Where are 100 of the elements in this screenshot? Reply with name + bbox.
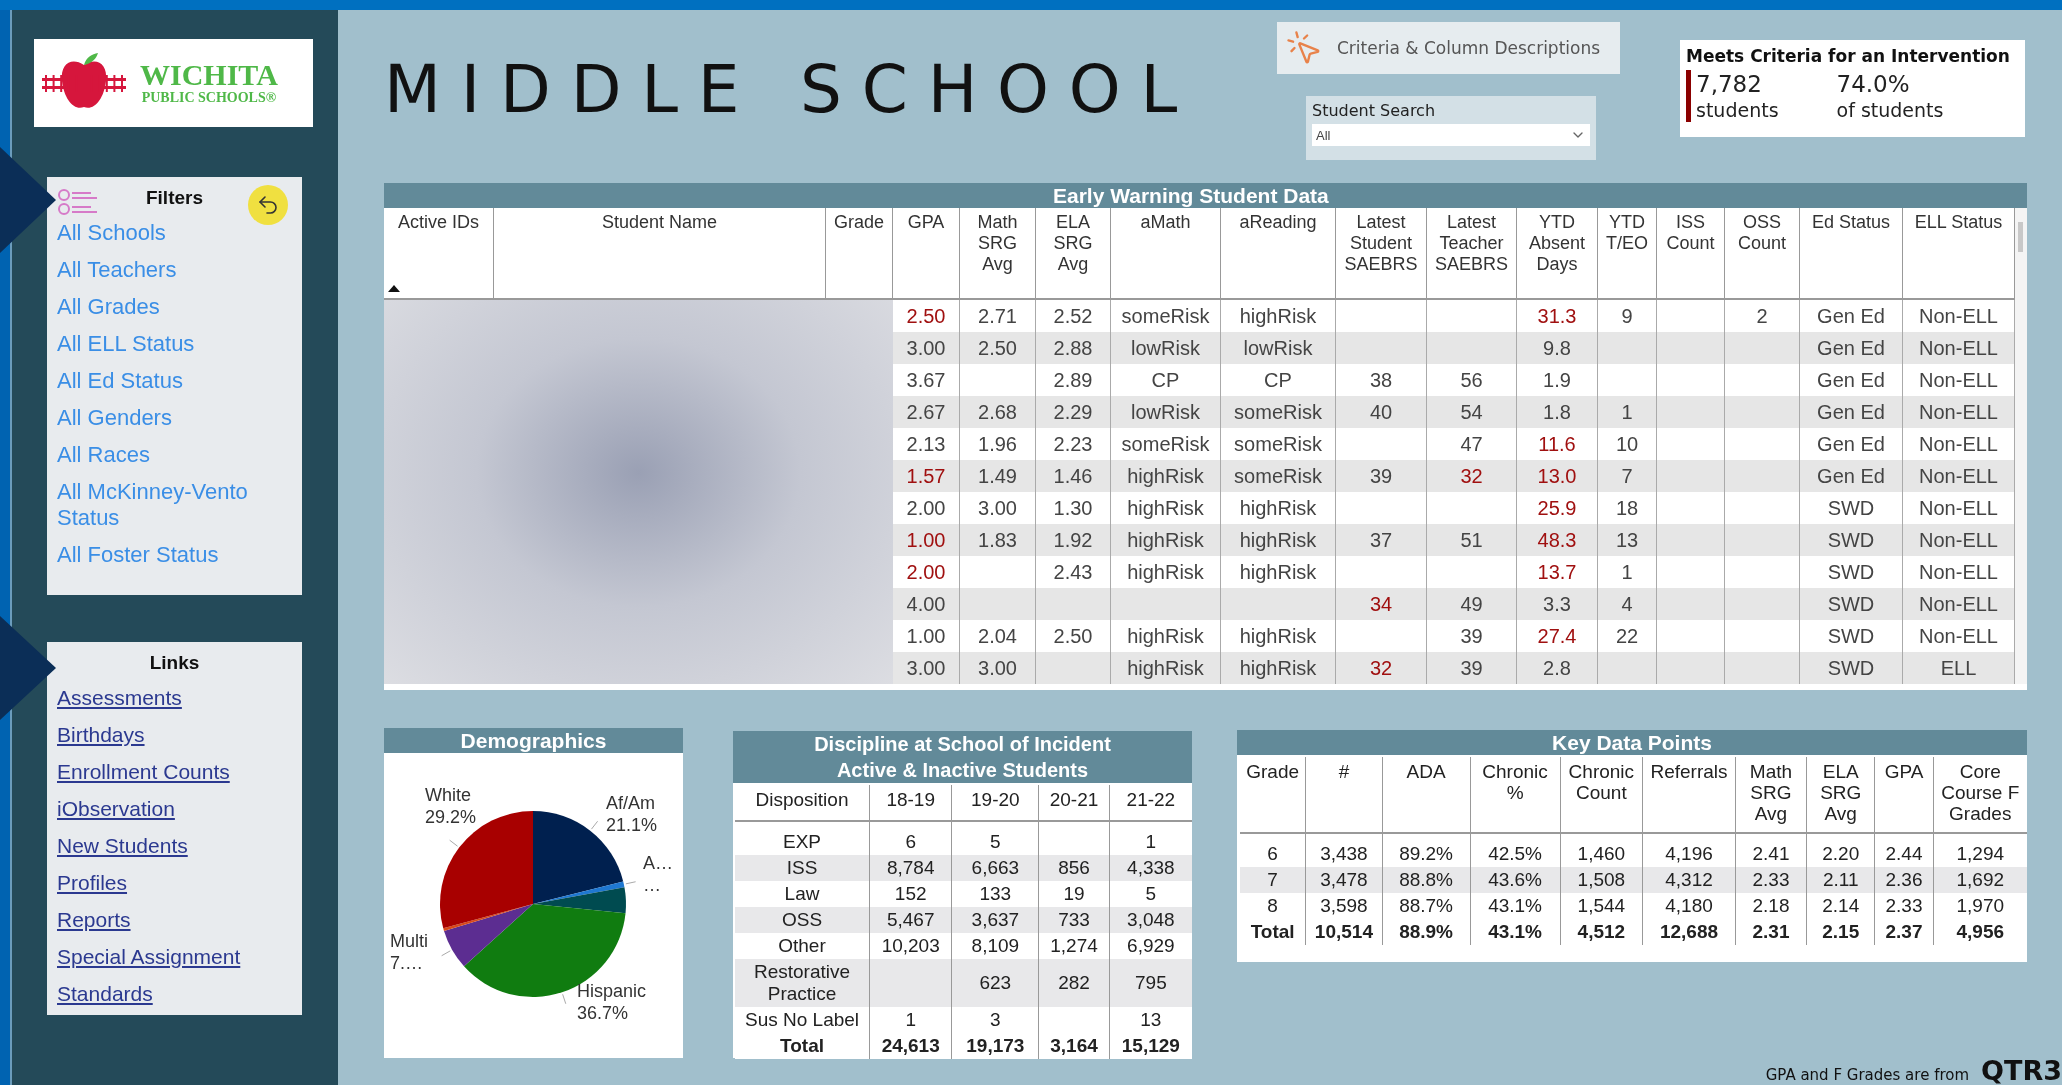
- student-search-dropdown[interactable]: All: [1312, 124, 1590, 146]
- table-cell: 1,460: [1560, 841, 1643, 867]
- table-cell: 1.46: [1036, 460, 1111, 492]
- scrollbar[interactable]: [2015, 208, 2027, 684]
- logo-name: WICHITA: [140, 60, 278, 90]
- table-cell: someRisk: [1221, 396, 1336, 428]
- table-cell: 1.57: [893, 460, 960, 492]
- slice-label: White: [425, 785, 471, 805]
- table-cell: EXP: [735, 829, 870, 855]
- column-header: Math SRG Avg: [1735, 757, 1807, 833]
- link[interactable]: Profiles: [55, 865, 128, 902]
- footer-note: GPA and F Grades are from: [1765, 1066, 1970, 1084]
- stat-value: 7,782: [1696, 70, 1763, 98]
- column-header[interactable]: Student Name: [494, 208, 826, 300]
- table-cell: 2.15: [1806, 919, 1875, 945]
- table-cell: 3,438: [1305, 841, 1383, 867]
- link[interactable]: iObservation: [55, 791, 175, 828]
- card-title: Meets Criteria for an Intervention: [1686, 46, 2011, 66]
- table-cell: 48.3: [1517, 524, 1598, 556]
- table-cell: 4,196: [1642, 841, 1736, 867]
- table-cell: 1,508: [1560, 867, 1643, 893]
- slice-value: 36.7%: [577, 1003, 629, 1023]
- link[interactable]: Reports: [55, 902, 131, 939]
- table-cell: [1657, 652, 1725, 684]
- table-cell: 1,970: [1933, 893, 2027, 919]
- table-cell: 34: [1336, 588, 1427, 620]
- table-cell: 5: [1109, 881, 1192, 907]
- table-cell: 37: [1336, 524, 1427, 556]
- link[interactable]: New Students: [55, 828, 188, 865]
- table-cell: 13: [1109, 1007, 1192, 1033]
- column-header: 21-22: [1109, 785, 1192, 821]
- table-cell: 1.00: [893, 524, 960, 556]
- table-cell: someRisk: [1221, 460, 1336, 492]
- table-cell: Gen Ed: [1800, 332, 1903, 364]
- criteria-button[interactable]: Criteria & Column Descriptions: [1277, 22, 1620, 74]
- table-cell: Non-ELL: [1903, 396, 2015, 428]
- table-cell: 2.88: [1036, 332, 1111, 364]
- link[interactable]: Standards: [55, 976, 153, 1013]
- slice-value: 7.…: [390, 953, 423, 973]
- table-cell: 4: [1598, 588, 1657, 620]
- table-cell: lowRisk: [1221, 332, 1336, 364]
- table-cell: Law: [735, 881, 870, 907]
- table-cell: 32: [1427, 460, 1517, 492]
- table-cell: 2.41: [1735, 841, 1807, 867]
- table-cell: 10,203: [869, 933, 952, 959]
- table-cell: 2.33: [1874, 893, 1933, 919]
- table-cell: 1,274: [1038, 933, 1110, 959]
- table-cell: 3,164: [1038, 1033, 1110, 1059]
- table-cell: 9.8: [1517, 332, 1598, 364]
- leader-line: [625, 881, 637, 885]
- table-cell: 19: [1038, 881, 1110, 907]
- table-cell: 39: [1336, 460, 1427, 492]
- table-cell: [1598, 652, 1657, 684]
- table-cell: 6: [1240, 841, 1306, 867]
- quarter-label: QTR3: [1981, 1057, 2062, 1085]
- page-title: MIDDLE SCHOOL: [384, 52, 1198, 128]
- table-cell: 1.8: [1517, 396, 1598, 428]
- column-header: Referrals: [1642, 757, 1736, 833]
- table-cell: [1598, 332, 1657, 364]
- column-header[interactable]: Grade: [826, 208, 893, 300]
- table-cell: 2.68: [960, 396, 1036, 428]
- table-cell: 88.7%: [1382, 893, 1471, 919]
- table-cell: 1: [869, 1007, 952, 1033]
- table-cell: 856: [1038, 855, 1110, 881]
- table-cell: 2.36: [1874, 867, 1933, 893]
- panel-title: Filters: [146, 187, 203, 209]
- reset-button[interactable]: [248, 185, 288, 225]
- column-header: Core Course F Grades: [1933, 757, 2027, 833]
- table-cell: 2.20: [1806, 841, 1875, 867]
- table-cell: 2.50: [960, 332, 1036, 364]
- table-cell: highRisk: [1111, 652, 1221, 684]
- panel-title: Links: [149, 652, 200, 674]
- table-cell: OSS: [735, 907, 870, 933]
- link[interactable]: Birthdays: [55, 717, 145, 754]
- link[interactable]: Assessments: [55, 680, 182, 717]
- link[interactable]: Enrollment Counts: [55, 754, 230, 791]
- table-cell: 2.31: [1735, 919, 1807, 945]
- column-header: Disposition: [735, 785, 870, 821]
- table-cell: 2.44: [1874, 841, 1933, 867]
- slice-value: 29.2%: [425, 807, 477, 827]
- table-cell: 43.6%: [1470, 867, 1561, 893]
- table-cell: 49: [1427, 588, 1517, 620]
- table-cell: 4.00: [893, 588, 960, 620]
- table-cell: 6: [869, 829, 952, 855]
- table-cell: Sus No Label: [735, 1007, 870, 1033]
- table-cell: Non-ELL: [1903, 588, 2015, 620]
- table-cell: 623: [951, 959, 1039, 1007]
- column-header[interactable]: Active IDs: [384, 208, 494, 300]
- leader-line: [562, 993, 567, 1005]
- table-cell: highRisk: [1111, 524, 1221, 556]
- link[interactable]: Special Assignment: [55, 939, 241, 976]
- sort-icon[interactable]: [388, 285, 400, 292]
- table-cell: 7: [1598, 460, 1657, 492]
- table-cell: 3.00: [960, 652, 1036, 684]
- stat-value: 74.0%: [1836, 70, 1911, 98]
- table-cell: 89.2%: [1382, 841, 1471, 867]
- table-cell: 795: [1109, 959, 1192, 1007]
- column-header: 18-19: [869, 785, 952, 821]
- table-cell: Gen Ed: [1800, 396, 1903, 428]
- table-cell: 1.49: [960, 460, 1036, 492]
